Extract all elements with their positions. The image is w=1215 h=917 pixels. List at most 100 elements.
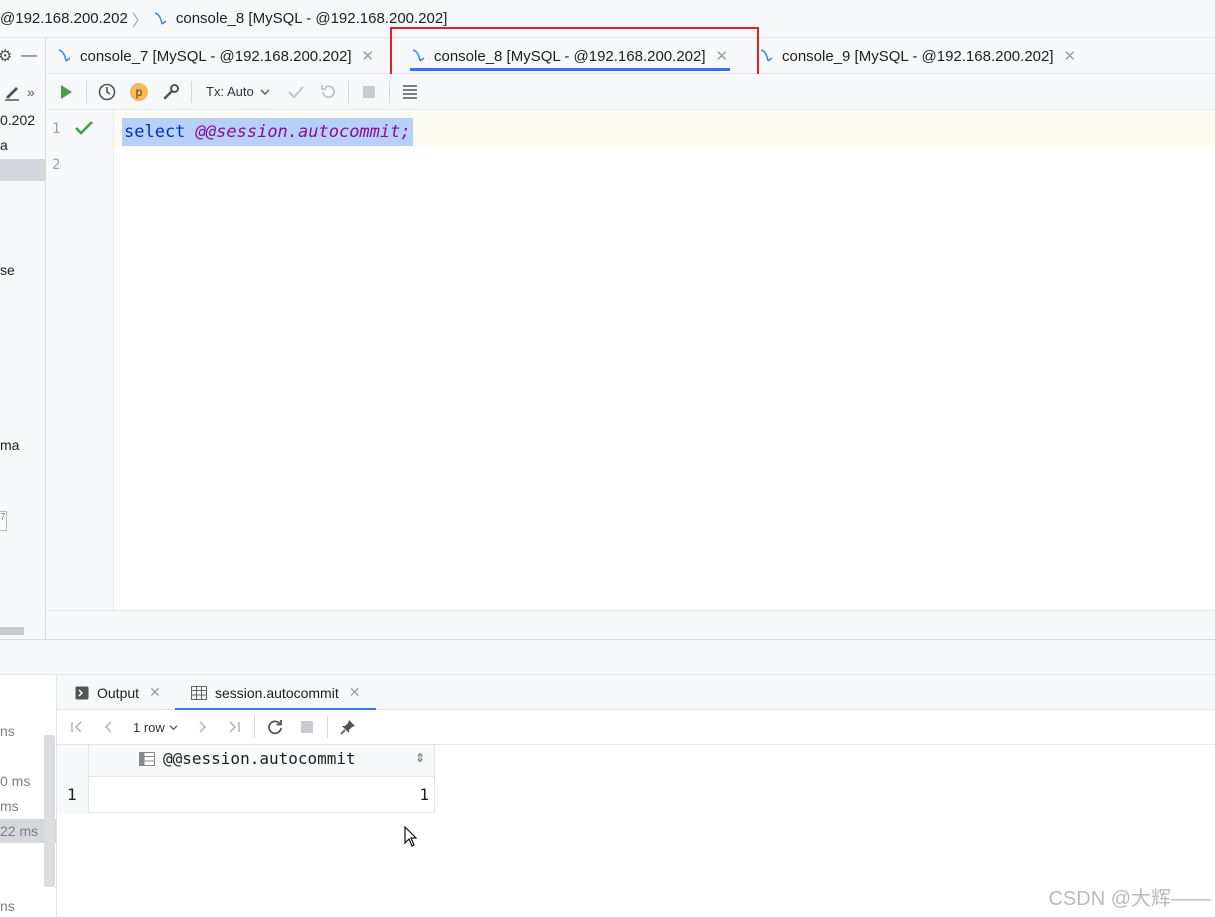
watermark: CSDN @大辉——	[1048, 888, 1211, 910]
column-header-label: @@session.autocommit	[163, 749, 356, 768]
close-icon[interactable]: ✕	[349, 684, 361, 701]
first-page-button[interactable]	[61, 713, 93, 741]
row-number: 1	[67, 785, 77, 804]
close-icon[interactable]: ✕	[716, 47, 729, 65]
settings-button[interactable]	[155, 78, 187, 106]
chevron-right-icon	[199, 721, 206, 733]
toolbar-divider	[347, 80, 349, 103]
sql-editor[interactable]: 1 2 select @@session.autocommit;	[46, 110, 1215, 610]
transaction-mode-select[interactable]: Tx: Auto	[196, 84, 280, 99]
explorer-item-database[interactable]: se	[0, 262, 15, 278]
explorer-item-host[interactable]: 0.202	[0, 112, 35, 128]
close-icon[interactable]: ✕	[362, 47, 375, 65]
breadcrumb: @192.168.200.202 〉 console_8 [MySQL - @1…	[0, 0, 1215, 38]
toolbar-divider	[326, 716, 328, 738]
explorer-item-schema-a[interactable]: a	[0, 137, 8, 153]
line-number: 2	[52, 157, 61, 173]
tab-session-autocommit[interactable]: session.autocommit ✕	[175, 675, 377, 710]
sql-statement[interactable]: select @@session.autocommit;	[122, 118, 413, 146]
tab-label: console_9 [MySQL - @192.168.200.202]	[782, 47, 1054, 65]
sql-variable: @@session.autocommit	[195, 122, 401, 142]
stop-button[interactable]	[353, 78, 385, 106]
grid-cell[interactable]: 1	[419, 785, 429, 804]
service-item-duration[interactable]: 22 ms	[0, 823, 38, 839]
service-item-duration[interactable]: ms	[0, 798, 19, 814]
prev-page-button[interactable]	[93, 713, 125, 741]
sql-terminator: ;	[400, 122, 411, 142]
service-item-duration[interactable]: ns	[0, 723, 15, 739]
breadcrumb-separator-icon: 〉	[131, 12, 148, 30]
toolbar-divider	[86, 80, 87, 103]
mysql-console-icon	[154, 11, 167, 25]
explorer-count-badge: 7	[0, 511, 7, 531]
refresh-button[interactable]	[259, 713, 291, 741]
tab-label: Output	[97, 684, 140, 701]
pin-tab-button[interactable]	[332, 713, 364, 741]
edit-icon[interactable]	[3, 83, 21, 101]
next-page-button[interactable]	[186, 713, 218, 741]
minimize-icon[interactable]: —	[21, 47, 37, 65]
chevron-down-icon	[169, 724, 178, 730]
tab-console-8[interactable]: console_8 [MySQL - @192.168.200.202] ✕	[404, 38, 738, 74]
close-icon[interactable]: ✕	[1064, 47, 1077, 65]
breadcrumb-host[interactable]: @192.168.200.202	[0, 10, 128, 27]
stop-icon	[300, 721, 313, 733]
editor-gutter: 1 2	[46, 110, 114, 610]
output-layout-button[interactable]	[394, 78, 426, 106]
transaction-mode-label: Tx: Auto	[206, 84, 254, 99]
stop-button[interactable]	[291, 713, 323, 741]
run-button[interactable]	[50, 78, 82, 106]
console-icon	[75, 686, 89, 699]
explorer-selected-row[interactable]	[0, 159, 45, 181]
breadcrumb-console[interactable]: console_8 [MySQL - @192.168.200.202]	[152, 10, 448, 28]
explorer-scrollbar[interactable]	[0, 627, 24, 635]
mysql-console-icon	[412, 49, 425, 62]
settings-icon[interactable]: ⚙	[0, 46, 12, 66]
line-number: 1	[52, 121, 61, 137]
breadcrumb-console-label: console_8 [MySQL - @192.168.200.202]	[175, 10, 448, 27]
commit-button[interactable]	[280, 78, 312, 106]
chevron-left-icon	[104, 721, 112, 733]
tab-console-9[interactable]: console_9 [MySQL - @192.168.200.202] ✕	[758, 38, 1076, 74]
results-tab-bar: Output ✕ session.autocommit ✕	[57, 675, 1215, 710]
sql-keyword: select	[124, 122, 186, 142]
rollback-button[interactable]	[312, 78, 344, 106]
explain-plan-button[interactable]: p	[123, 78, 155, 106]
service-item-duration[interactable]: ns	[0, 898, 15, 914]
last-page-button[interactable]	[218, 713, 250, 741]
p-badge-icon: p	[130, 82, 148, 101]
more-icon[interactable]: »	[27, 84, 35, 100]
column-divider	[434, 745, 435, 813]
page-size-select[interactable]: 1 row	[125, 720, 186, 735]
wrench-icon	[163, 83, 179, 99]
mysql-console-icon	[58, 49, 71, 62]
close-icon[interactable]: ✕	[149, 684, 161, 701]
panel-splitter[interactable]	[0, 639, 1215, 675]
explorer-item-schema[interactable]: ma	[0, 437, 19, 453]
column-header[interactable]: @@session.autocommit	[139, 749, 356, 768]
column-icon	[139, 752, 155, 766]
database-explorer-panel: ⚙ — » 0.202 a se ma 7	[0, 38, 46, 639]
tab-console-7[interactable]: console_7 [MySQL - @192.168.200.202] ✕	[56, 38, 374, 74]
toolbar-divider	[191, 80, 192, 103]
tab-output[interactable]: Output ✕	[75, 675, 161, 710]
pin-icon	[340, 720, 355, 735]
play-icon	[61, 84, 72, 99]
row-divider	[89, 812, 435, 813]
undo-icon	[320, 84, 335, 98]
tab-label: session.autocommit	[215, 684, 339, 701]
history-button[interactable]	[91, 78, 123, 106]
tab-label: console_8 [MySQL - @192.168.200.202]	[434, 47, 706, 65]
sort-icon[interactable]: ⇕	[415, 751, 425, 765]
active-tab-indicator	[410, 68, 731, 71]
mouse-cursor-icon	[404, 826, 418, 847]
first-page-icon	[71, 721, 82, 733]
stop-icon	[362, 85, 375, 98]
editor-tab-bar: console_7 [MySQL - @192.168.200.202] ✕ c…	[46, 38, 1215, 74]
services-scrollbar[interactable]	[44, 735, 55, 887]
success-check-icon	[75, 121, 93, 135]
mysql-console-icon	[760, 49, 773, 62]
service-item-duration[interactable]: 0 ms	[0, 773, 30, 789]
editor-status-strip	[46, 610, 1215, 639]
explorer-toolbar: »	[0, 74, 45, 110]
